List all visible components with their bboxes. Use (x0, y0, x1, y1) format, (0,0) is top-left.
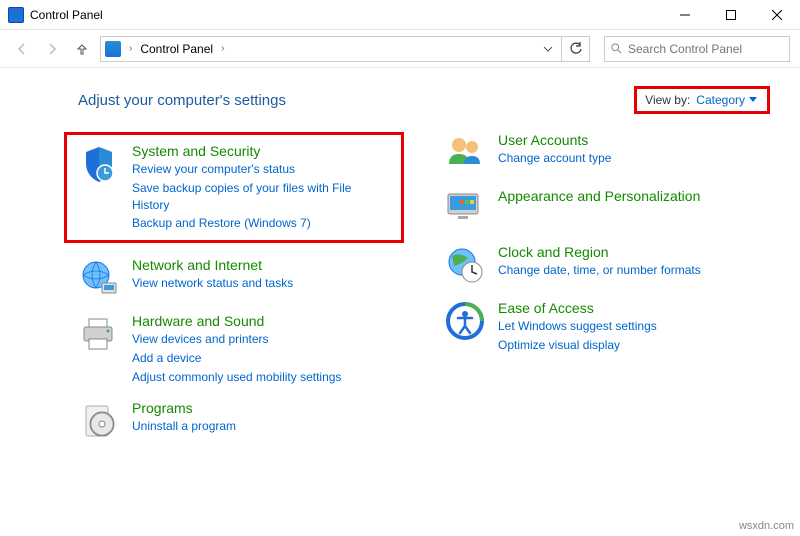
task-link[interactable]: Change account type (498, 150, 611, 167)
task-link[interactable]: Adjust commonly used mobility settings (132, 369, 341, 386)
category-network-and-internet: Network and Internet View network status… (78, 257, 404, 299)
task-link[interactable]: Add a device (132, 350, 341, 367)
category-title[interactable]: Programs (132, 400, 236, 416)
chevron-right-icon[interactable]: › (221, 43, 224, 54)
close-button[interactable] (754, 0, 800, 29)
category-title[interactable]: Network and Internet (132, 257, 293, 273)
disc-box-icon (78, 400, 120, 442)
view-by-value: Category (696, 93, 745, 107)
search-input[interactable] (628, 42, 783, 56)
up-button[interactable] (70, 37, 94, 61)
minimize-button[interactable] (662, 0, 708, 29)
globe-network-icon (78, 257, 120, 299)
category-clock-and-region: Clock and Region Change date, time, or n… (444, 244, 770, 286)
toolbar: › Control Panel › (0, 30, 800, 68)
control-panel-icon (105, 41, 121, 57)
watermark: wsxdn.com (739, 520, 794, 532)
forward-button[interactable] (40, 37, 64, 61)
window-title: Control Panel (30, 8, 662, 22)
category-title[interactable]: Clock and Region (498, 244, 701, 260)
task-link[interactable]: Review your computer's status (132, 161, 391, 178)
back-button[interactable] (10, 37, 34, 61)
category-hardware-and-sound: Hardware and Sound View devices and prin… (78, 313, 404, 385)
category-title[interactable]: User Accounts (498, 132, 611, 148)
view-by-label: View by: (645, 93, 690, 107)
task-link[interactable]: Uninstall a program (132, 418, 236, 435)
task-link[interactable]: Change date, time, or number formats (498, 262, 701, 279)
task-link[interactable]: Optimize visual display (498, 337, 657, 354)
clock-globe-icon (444, 244, 486, 286)
chevron-down-icon (749, 97, 757, 103)
category-ease-of-access: Ease of Access Let Windows suggest setti… (444, 300, 770, 354)
task-link[interactable]: View network status and tasks (132, 275, 293, 292)
breadcrumb[interactable]: Control Panel (140, 42, 213, 56)
titlebar: Control Panel (0, 0, 800, 30)
control-panel-icon (8, 7, 24, 23)
category-title[interactable]: System and Security (132, 143, 391, 159)
category-title[interactable]: Appearance and Personalization (498, 188, 700, 204)
task-link[interactable]: Backup and Restore (Windows 7) (132, 215, 391, 232)
monitor-palette-icon (444, 188, 486, 230)
task-link[interactable]: View devices and printers (132, 331, 341, 348)
task-link[interactable]: Save backup copies of your files with Fi… (132, 180, 391, 214)
category-programs: Programs Uninstall a program (78, 400, 404, 442)
search-icon (611, 42, 622, 55)
page-title: Adjust your computer's settings (78, 92, 286, 109)
shield-icon (78, 143, 120, 185)
category-system-and-security: System and Security Review your computer… (64, 132, 404, 243)
users-icon (444, 132, 486, 174)
address-bar[interactable]: › Control Panel › (100, 36, 562, 62)
category-column-right: User Accounts Change account type Appear… (444, 132, 770, 442)
category-title[interactable]: Ease of Access (498, 300, 657, 316)
category-user-accounts: User Accounts Change account type (444, 132, 770, 174)
maximize-button[interactable] (708, 0, 754, 29)
chevron-right-icon[interactable]: › (129, 43, 132, 54)
category-title[interactable]: Hardware and Sound (132, 313, 341, 329)
search-box[interactable] (604, 36, 790, 62)
history-dropdown[interactable] (539, 44, 557, 54)
view-by-selector[interactable]: View by: Category (634, 86, 770, 114)
task-link[interactable]: Let Windows suggest settings (498, 318, 657, 335)
category-column-left: System and Security Review your computer… (78, 132, 404, 442)
ease-of-access-icon (444, 300, 486, 342)
refresh-button[interactable] (562, 36, 590, 62)
content: Adjust your computer's settings View by:… (0, 68, 800, 442)
printer-icon (78, 313, 120, 355)
category-appearance-and-personalization: Appearance and Personalization (444, 188, 770, 230)
